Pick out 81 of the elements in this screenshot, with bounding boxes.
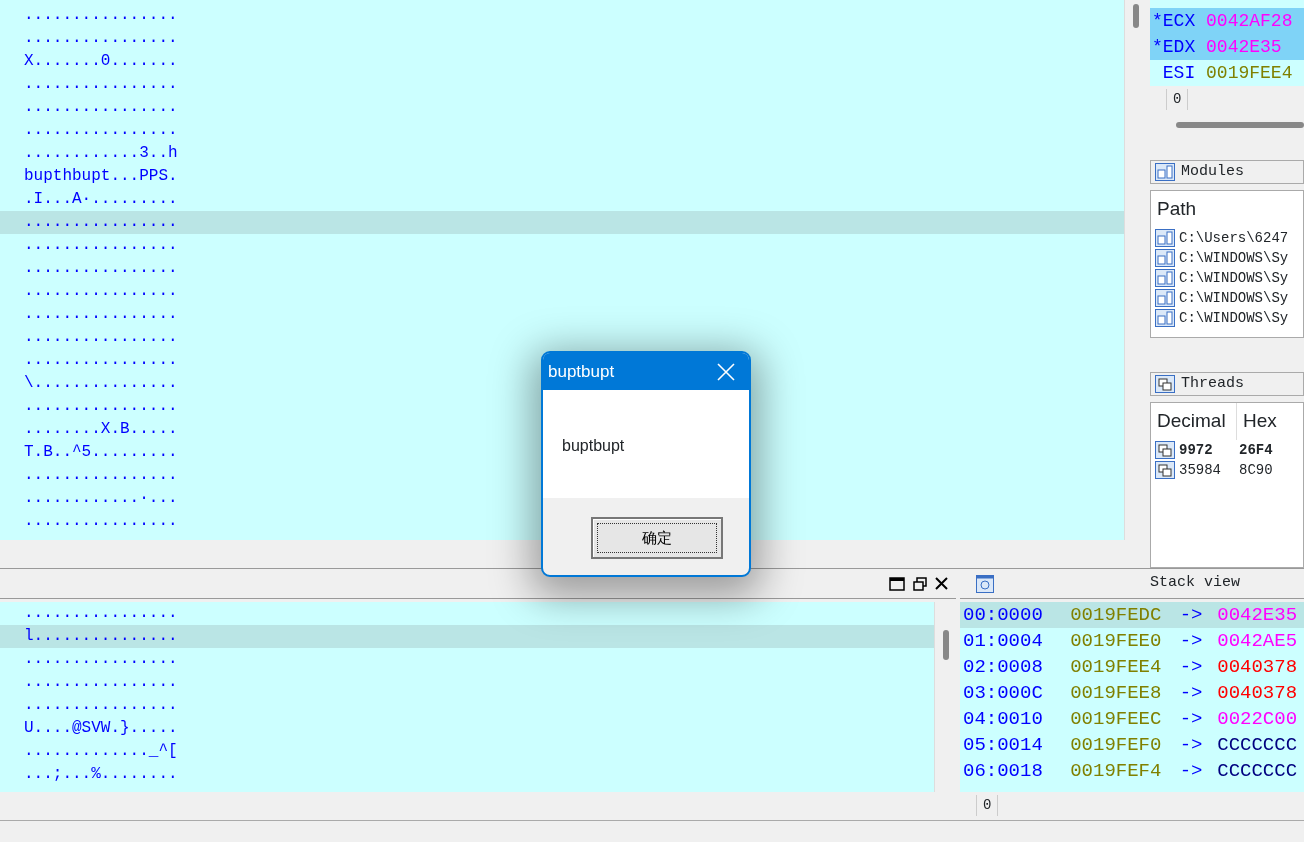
register-name: ECX xyxy=(1162,11,1196,31)
module-icon xyxy=(1155,248,1175,267)
modified-marker: * xyxy=(1152,11,1163,31)
module-path[interactable]: C:\WINDOWS\Sy xyxy=(1179,267,1289,288)
hex-text[interactable]: U....@SVW.}..... xyxy=(24,719,178,737)
panel-title: Threads xyxy=(1181,373,1244,394)
stack-row[interactable]: 04:0010 0019FEEC -> 0022C00 xyxy=(960,706,1304,732)
hex-text[interactable]: ................ xyxy=(24,121,178,139)
hex-text[interactable]: T.B..^5......... xyxy=(24,443,178,461)
thread-id[interactable]: 9972 xyxy=(1179,439,1235,460)
register-value: 0019FEE4 xyxy=(1206,63,1293,83)
column-header[interactable]: Path xyxy=(1151,191,1303,228)
register-value: 0042E35 xyxy=(1206,37,1282,57)
status-field: 0 xyxy=(976,794,999,816)
module-path[interactable]: C:\WINDOWS\Sy xyxy=(1179,307,1289,328)
hex-text[interactable]: bupthbupt...PPS. xyxy=(24,167,178,185)
status-field: 0 xyxy=(1166,88,1189,110)
hex-text[interactable]: ................ xyxy=(24,696,178,714)
hex-text[interactable]: ............3..h xyxy=(24,144,178,162)
hex-text[interactable]: ................ xyxy=(24,673,178,691)
close-icon[interactable] xyxy=(935,577,948,590)
hex-text[interactable]: ................ xyxy=(24,259,178,277)
thread-id-hex[interactable]: 26F4 xyxy=(1239,439,1273,460)
stack-icon xyxy=(976,574,994,593)
register-name: EDX xyxy=(1162,37,1196,57)
ok-button[interactable]: 确定 xyxy=(591,517,723,559)
thread-id[interactable]: 35984 xyxy=(1179,459,1235,480)
hex-text[interactable]: l............... xyxy=(24,627,178,645)
thread-id-hex[interactable]: 8C90 xyxy=(1239,459,1273,480)
stack-row[interactable]: 05:0014 0019FEF0 -> CCCCCCC xyxy=(960,732,1304,758)
module-icon xyxy=(1155,308,1175,327)
hex-text[interactable]: ................ xyxy=(24,236,178,254)
restore-icon[interactable] xyxy=(913,576,927,591)
module-icon xyxy=(1155,288,1175,307)
hex-text[interactable]: ................ xyxy=(24,282,178,300)
register-name: ESI xyxy=(1162,63,1196,83)
column-header[interactable]: Decimal xyxy=(1157,410,1226,431)
thread-icon xyxy=(1155,460,1175,479)
hex-text[interactable]: ................ xyxy=(24,305,178,323)
hex-text[interactable]: ................ xyxy=(24,650,178,668)
stack-row[interactable]: 00:0000 0019FEDC -> 0042E35 xyxy=(960,602,1304,628)
hex-text[interactable]: ................ xyxy=(24,466,178,484)
horizontal-scrollbar[interactable] xyxy=(1176,122,1304,128)
hex-text[interactable]: ................ xyxy=(24,351,178,369)
hex-text[interactable]: ................ xyxy=(24,75,178,93)
hex-text[interactable]: ................ xyxy=(24,29,178,47)
hex-text[interactable]: ................ xyxy=(24,213,178,231)
module-icon xyxy=(1155,163,1175,181)
hex-text[interactable]: ............._^[ xyxy=(24,742,178,760)
thread-icon xyxy=(1155,375,1175,393)
stack-row[interactable]: 01:0004 0019FEE0 -> 0042AE5 xyxy=(960,628,1304,654)
maximize-icon[interactable] xyxy=(889,576,905,591)
modified-marker: * xyxy=(1152,37,1163,57)
close-icon xyxy=(717,362,735,381)
hex-text[interactable]: X.......0....... xyxy=(24,52,178,70)
hex-text[interactable]: ................ xyxy=(24,6,178,24)
stack-row[interactable]: 02:0008 0019FEE4 -> 0040378 xyxy=(960,654,1304,680)
stack-row[interactable]: 03:000C 0019FEE8 -> 0040378 xyxy=(960,680,1304,706)
panel-title: Modules xyxy=(1181,161,1244,182)
module-icon xyxy=(1155,268,1175,287)
dialog-title: buptbupt xyxy=(548,360,615,383)
dialog-message: buptbupt xyxy=(562,437,625,454)
hex-text[interactable]: ................ xyxy=(24,604,178,622)
thread-icon xyxy=(1155,440,1175,459)
column-header[interactable]: Hex xyxy=(1243,410,1277,431)
hex-text[interactable]: .I...A·......... xyxy=(24,190,178,208)
hex-text[interactable]: ...;...%........ xyxy=(24,765,178,783)
module-path[interactable]: C:\Users\6247 xyxy=(1179,227,1289,248)
hex-text[interactable]: ........X.B..... xyxy=(24,420,178,438)
hex-text[interactable]: ................ xyxy=(24,98,178,116)
hex-text[interactable]: \............... xyxy=(24,374,178,392)
stack-row[interactable]: 06:0018 0019FEF4 -> CCCCCCC xyxy=(960,758,1304,784)
module-icon xyxy=(1155,228,1175,247)
hex-text[interactable]: ................ xyxy=(24,397,178,415)
panel-title: Stack view xyxy=(1150,573,1240,594)
hex-text[interactable]: ............·... xyxy=(24,489,178,507)
module-path[interactable]: C:\WINDOWS\Sy xyxy=(1179,287,1289,308)
module-path[interactable]: C:\WINDOWS\Sy xyxy=(1179,247,1289,268)
hex-text[interactable]: ................ xyxy=(24,512,178,530)
hex-text[interactable]: ................ xyxy=(24,328,178,346)
register-value: 0042AF28 xyxy=(1206,11,1293,31)
